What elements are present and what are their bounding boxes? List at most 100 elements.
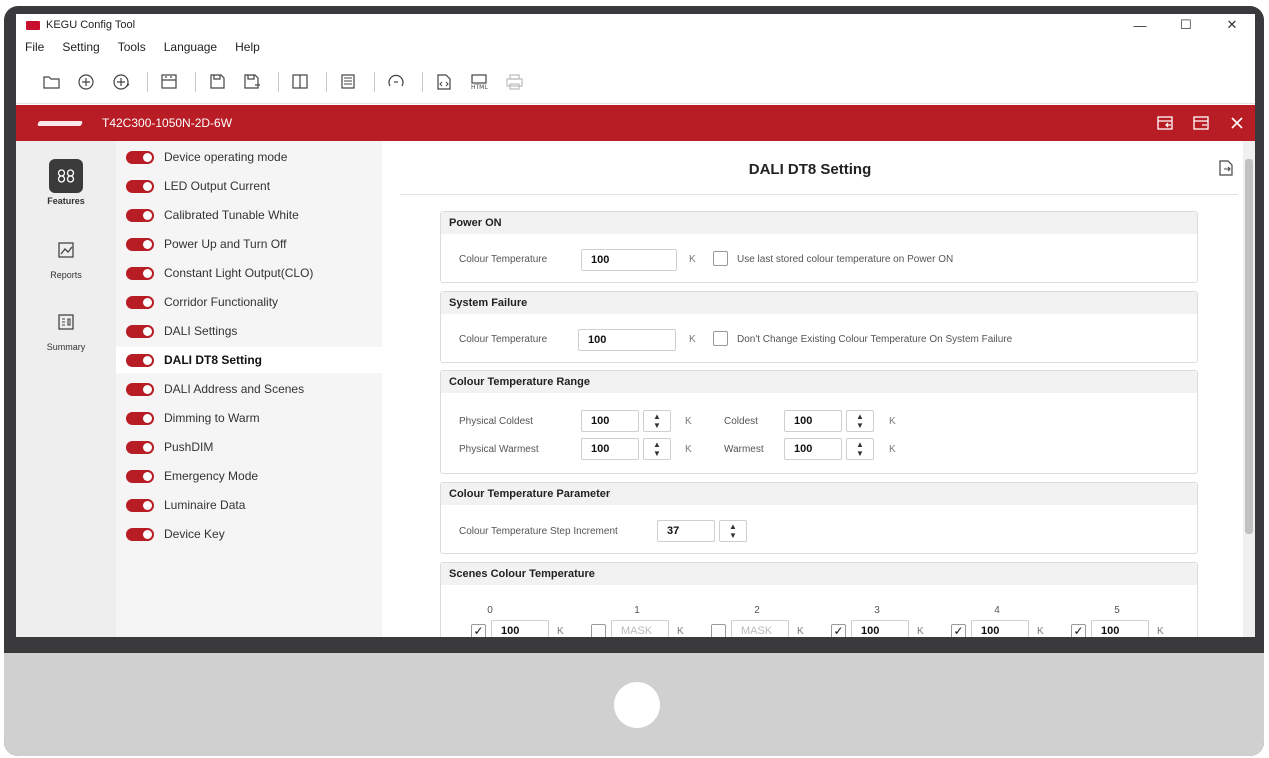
feature-item[interactable]: Device operating mode (116, 144, 382, 170)
add-upload-icon[interactable] (106, 70, 136, 94)
dont-change-checkbox[interactable] (713, 331, 728, 346)
menu-file[interactable]: File (25, 40, 44, 54)
coldest-stepper[interactable]: ▲ ▼ (846, 410, 874, 432)
power-on-colour-temperature-input[interactable]: 100 (581, 249, 677, 271)
unit-label: K (689, 334, 696, 345)
feature-item[interactable]: Luminaire Data (116, 492, 382, 518)
scene-index: 3 (874, 605, 880, 616)
feature-item[interactable]: Power Up and Turn Off (116, 231, 382, 257)
feature-toggle[interactable] (126, 295, 154, 309)
feature-item[interactable]: Dimming to Warm (116, 405, 382, 431)
feature-toggle[interactable] (126, 498, 154, 512)
sync-icon[interactable] (381, 70, 411, 94)
menu-language[interactable]: Language (164, 40, 217, 54)
feature-toggle[interactable] (126, 353, 154, 367)
feature-item[interactable]: Device Key (116, 521, 382, 547)
scrollbar-thumb[interactable] (1245, 159, 1253, 534)
feature-toggle[interactable] (126, 382, 154, 396)
scene-0-input[interactable]: 100 (491, 620, 549, 637)
brand-logo-icon (37, 120, 83, 126)
document-icon[interactable] (333, 70, 363, 94)
scene-3-input[interactable]: 100 (851, 620, 909, 637)
read-device-icon[interactable] (1147, 115, 1183, 131)
main-scrollbar[interactable] (1243, 141, 1255, 637)
code-export-icon[interactable] (429, 70, 459, 94)
add-icon[interactable] (71, 70, 101, 94)
scene-1-input[interactable]: MASK (611, 620, 669, 637)
unit-label: K (685, 444, 692, 455)
scene-2-input[interactable]: MASK (731, 620, 789, 637)
system-failure-colour-temperature-input[interactable]: 100 (578, 329, 676, 351)
scene-4-checkbox[interactable]: ✓ (951, 624, 966, 637)
nav-summary[interactable]: Summary (34, 305, 98, 352)
toolbar-separator (278, 71, 279, 92)
feature-toggle[interactable] (126, 469, 154, 483)
panel-header: Colour Temperature Parameter (441, 483, 1197, 505)
coldest-input[interactable]: 100 (784, 410, 842, 432)
physical-warmest-stepper[interactable]: ▲ ▼ (643, 438, 671, 460)
feature-item[interactable]: LED Output Current (116, 173, 382, 199)
physical-coldest-stepper[interactable]: ▲ ▼ (643, 410, 671, 432)
dont-change-label: Don't Change Existing Colour Temperature… (737, 334, 1013, 345)
summary-icon (49, 305, 83, 339)
scene-4-input[interactable]: 100 (971, 620, 1029, 637)
save-as-icon[interactable] (237, 70, 267, 94)
feature-toggle[interactable] (126, 150, 154, 164)
feature-toggle[interactable] (126, 266, 154, 280)
warmest-input[interactable]: 100 (784, 438, 842, 460)
feature-item[interactable]: Corridor Functionality (116, 289, 382, 315)
minimize-button[interactable]: — (1117, 14, 1163, 36)
features-icon (49, 159, 83, 193)
export-icon[interactable] (1219, 160, 1233, 180)
unit-label: K (677, 626, 684, 637)
app-logo-icon (26, 20, 40, 30)
print-icon[interactable] (499, 70, 529, 94)
nav-features[interactable]: Features (34, 159, 98, 206)
step-increment-stepper[interactable]: ▲ ▼ (719, 520, 747, 542)
scene-5-input[interactable]: 100 (1091, 620, 1149, 637)
scene-2-checkbox[interactable] (711, 624, 726, 637)
maximize-button[interactable]: ☐ (1163, 14, 1209, 36)
feature-toggle[interactable] (126, 237, 154, 251)
feature-toggle[interactable] (126, 527, 154, 541)
menu-tools[interactable]: Tools (118, 40, 146, 54)
device-bar: T42C300-1050N-2D-6W (16, 105, 1255, 141)
device-read-icon[interactable] (154, 70, 184, 94)
feature-item[interactable]: DALI Settings (116, 318, 382, 344)
use-last-stored-checkbox[interactable] (713, 251, 728, 266)
nav-reports[interactable]: Reports (34, 233, 98, 280)
step-increment-input[interactable]: 37 (657, 520, 715, 542)
feature-toggle[interactable] (126, 179, 154, 193)
close-device-icon[interactable] (1219, 116, 1255, 130)
html-export-icon[interactable]: HTML (464, 70, 494, 94)
physical-coldest-input[interactable]: 100 (581, 410, 639, 432)
coldest-label: Coldest (724, 416, 758, 427)
feature-item[interactable]: Constant Light Output(CLO) (116, 260, 382, 286)
menu-help[interactable]: Help (235, 40, 260, 54)
scene-5-checkbox[interactable]: ✓ (1071, 624, 1086, 637)
scene-0-checkbox[interactable]: ✓ (471, 624, 486, 637)
feature-item[interactable]: DALI Address and Scenes (116, 376, 382, 402)
warmest-stepper[interactable]: ▲ ▼ (846, 438, 874, 460)
compare-icon[interactable] (285, 70, 315, 94)
feature-toggle[interactable] (126, 411, 154, 425)
menu-setting[interactable]: Setting (62, 40, 99, 54)
feature-toggle[interactable] (126, 208, 154, 222)
feature-toggle[interactable] (126, 440, 154, 454)
toolbar-separator (195, 71, 196, 92)
close-window-button[interactable]: ✕ (1209, 14, 1255, 36)
physical-warmest-input[interactable]: 100 (581, 438, 639, 460)
feature-item[interactable]: PushDIM (116, 434, 382, 460)
scene-3-checkbox[interactable]: ✓ (831, 624, 846, 637)
feature-label: DALI Settings (164, 324, 238, 338)
scene-1-checkbox[interactable] (591, 624, 606, 637)
open-folder-icon[interactable] (36, 70, 66, 94)
left-nav: Features Reports Summary (16, 141, 116, 637)
feature-item-active[interactable]: DALI DT8 Setting (116, 347, 382, 373)
write-device-icon[interactable] (1183, 115, 1219, 131)
save-icon[interactable] (202, 70, 232, 94)
feature-item[interactable]: Calibrated Tunable White (116, 202, 382, 228)
feature-toggle[interactable] (126, 324, 154, 338)
feature-item[interactable]: Emergency Mode (116, 463, 382, 489)
physical-warmest-label: Physical Warmest (459, 444, 539, 455)
